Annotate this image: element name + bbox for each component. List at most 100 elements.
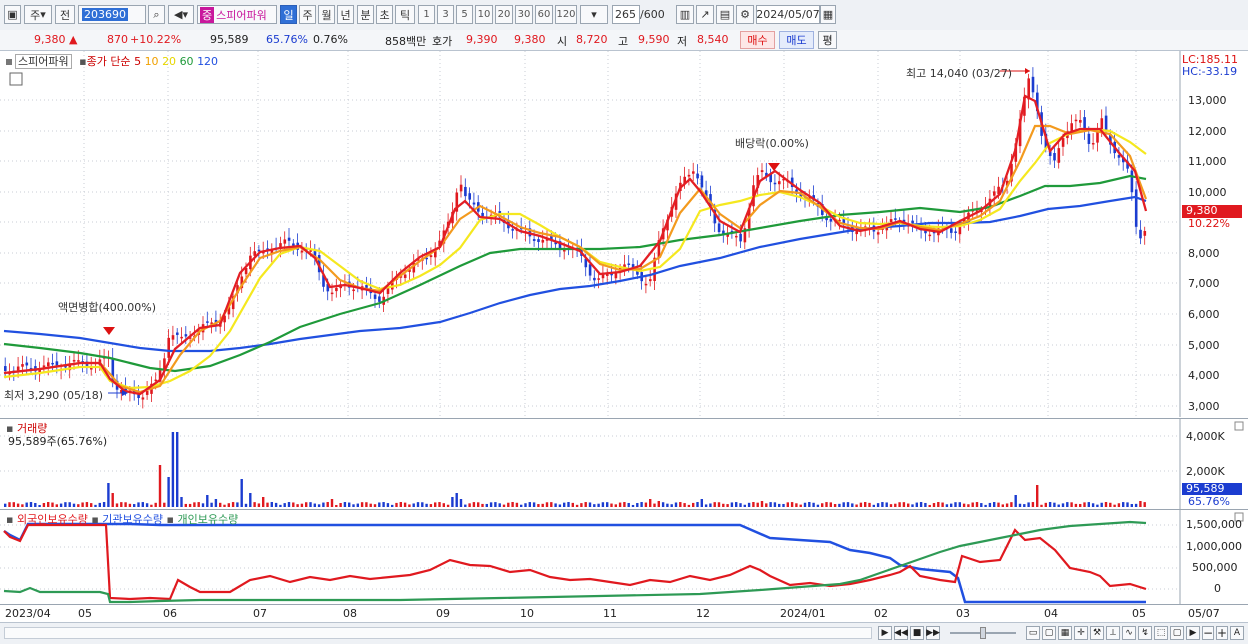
window-icon[interactable]: ▣ xyxy=(4,5,21,24)
zoom-in-icon[interactable]: + xyxy=(1216,626,1228,640)
count-input[interactable]: 265 xyxy=(612,5,640,24)
volume-chart[interactable]: ▪ 거래량 95,589주(65.76%) 4,000K 2,000K 95,5… xyxy=(0,418,1248,509)
volume-bar xyxy=(1117,503,1121,507)
crosshair-icon[interactable]: ✛ xyxy=(1074,626,1088,640)
candle-body xyxy=(171,335,175,340)
sell-button[interactable]: 매도 xyxy=(779,31,814,49)
volume-bar xyxy=(894,503,897,507)
period-year[interactable]: 년 xyxy=(337,5,354,24)
play-icon[interactable]: ▶ xyxy=(1186,626,1200,640)
buy-button[interactable]: 매수 xyxy=(740,31,775,49)
volume-bar xyxy=(760,501,764,507)
pattern-icon[interactable]: ⬚ xyxy=(1154,626,1168,640)
num-5[interactable]: 5 xyxy=(456,5,473,24)
scroll-right-icon[interactable]: ▶ xyxy=(878,626,892,640)
period-day[interactable]: 일 xyxy=(280,5,297,24)
volume-panel-close-icon[interactable] xyxy=(1234,421,1244,431)
price-chart[interactable]: 스피어파워 ▪종가 단순 5 10 20 60 120 LC:185.11 HC… xyxy=(0,51,1248,417)
period-minute[interactable]: 분 xyxy=(357,5,374,24)
candle-body xyxy=(47,362,50,367)
holdings-chart[interactable]: ▪ 외국인보유수량 ▪ 기관보유수량 ▪ 개인보유수량 1,500,000 1,… xyxy=(0,509,1248,605)
volume-bar xyxy=(1061,503,1065,507)
chart-type-icon[interactable]: ▭ xyxy=(1026,626,1040,640)
date-input[interactable]: 2024/05/07 xyxy=(756,5,820,24)
code-input[interactable]: 203690 xyxy=(78,5,146,24)
speaker-icon[interactable]: ◀▾ xyxy=(168,5,194,24)
vol-tick-4000k: 4,000K xyxy=(1186,430,1225,443)
gear-icon[interactable]: ⚙ xyxy=(736,5,754,24)
num-20[interactable]: 20 xyxy=(495,5,513,24)
volume-bar xyxy=(339,503,342,507)
num-30[interactable]: 30 xyxy=(515,5,533,24)
candle-body xyxy=(687,174,691,177)
calendar-icon[interactable]: ▦ xyxy=(820,5,836,24)
institution-line xyxy=(3,522,1146,604)
stock-name-field[interactable]: 중 스피어파워 xyxy=(197,5,277,24)
candle-body xyxy=(1053,153,1056,161)
volume-bar xyxy=(382,502,385,507)
scroll-track[interactable] xyxy=(4,627,872,639)
scroll-first-icon[interactable]: ◀◀ xyxy=(894,626,908,640)
x-label-05: 05 xyxy=(78,607,92,620)
candle-icon[interactable]: ▥ xyxy=(676,5,694,24)
num-10[interactable]: 10 xyxy=(475,5,493,24)
prev-button[interactable]: 전 xyxy=(55,5,75,24)
volume-bar xyxy=(829,502,832,507)
period-week[interactable]: 주 xyxy=(299,5,316,24)
period-tick[interactable]: 틱 xyxy=(395,5,415,24)
volume-bar xyxy=(661,502,665,507)
copy-icon[interactable]: ▢ xyxy=(1042,626,1056,640)
zoom-out-icon[interactable]: − xyxy=(1202,626,1214,640)
num-1[interactable]: 1 xyxy=(418,5,435,24)
legend-ma60: 60 xyxy=(179,55,194,68)
candle-body xyxy=(958,227,962,235)
volume-bar xyxy=(442,503,445,507)
save-icon[interactable]: ▤ xyxy=(716,5,734,24)
grid-toggle-icon[interactable] xyxy=(9,72,23,86)
volume-bar xyxy=(524,503,527,507)
volume-bar xyxy=(489,502,493,507)
tool-icon[interactable]: ⚒ xyxy=(1090,626,1104,640)
volume-bar xyxy=(399,502,402,507)
grid-icon[interactable]: ▦ xyxy=(1058,626,1072,640)
period-select[interactable]: ▾ xyxy=(580,5,608,24)
price-plot-area xyxy=(0,51,1180,417)
volume-bar xyxy=(468,503,471,507)
period-month[interactable]: 월 xyxy=(318,5,335,24)
period-second[interactable]: 초 xyxy=(376,5,393,24)
volume-bar xyxy=(825,502,828,507)
volume-bar xyxy=(769,502,772,507)
stop-icon[interactable]: ■ xyxy=(910,626,924,640)
num-3[interactable]: 3 xyxy=(437,5,454,24)
volume-bar xyxy=(249,493,252,507)
volume-bar xyxy=(219,502,222,507)
indicator-icon[interactable]: ∿ xyxy=(1122,626,1136,640)
link-icon[interactable]: ↯ xyxy=(1138,626,1152,640)
name-prefix: 중 xyxy=(200,6,215,23)
volume-bar xyxy=(601,502,605,507)
scroll-last-icon[interactable]: ▶▶ xyxy=(926,626,940,640)
num-120[interactable]: 120 xyxy=(555,5,577,24)
draw-icon[interactable]: ↗ xyxy=(696,5,714,24)
volume-bar xyxy=(674,502,678,507)
avg-button[interactable]: 평 xyxy=(818,31,837,49)
volume-bar xyxy=(752,502,755,507)
foreign-line xyxy=(3,523,1147,601)
ask-label: 호가 xyxy=(432,35,453,48)
holdings-marker3-icon: ▪ xyxy=(166,513,174,526)
volume-bar xyxy=(472,502,476,507)
candle-body xyxy=(928,234,932,237)
volume-bar xyxy=(700,499,703,507)
market-select[interactable]: 주 ▾ xyxy=(24,5,52,24)
text-size-icon[interactable]: A xyxy=(1230,626,1244,640)
restore-icon[interactable]: ▢ xyxy=(1170,626,1184,640)
candle-body xyxy=(1134,189,1138,227)
measure-icon[interactable]: ⟂ xyxy=(1106,626,1120,640)
num-60[interactable]: 60 xyxy=(535,5,553,24)
zoom-slider-thumb[interactable] xyxy=(980,627,986,639)
candle-body xyxy=(1057,148,1061,163)
candle-body xyxy=(601,274,605,279)
magnifier-icon[interactable]: ⌕ xyxy=(148,5,165,24)
volume-bar xyxy=(993,502,996,507)
volume-bar xyxy=(42,502,46,507)
